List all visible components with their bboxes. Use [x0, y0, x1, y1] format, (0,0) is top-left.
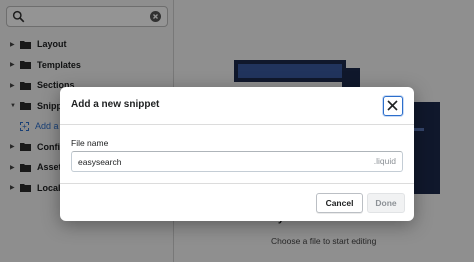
modal-header: Add a new snippet	[60, 87, 414, 125]
modal-title: Add a new snippet	[71, 99, 160, 110]
add-snippet-modal: Add a new snippet File name .liquid Canc…	[60, 87, 414, 221]
file-name-input[interactable]	[78, 155, 358, 168]
close-icon	[387, 100, 398, 111]
modal-footer: Cancel Done	[60, 183, 414, 221]
done-button[interactable]: Done	[367, 193, 405, 213]
cancel-button[interactable]: Cancel	[316, 193, 363, 213]
close-button[interactable]	[383, 96, 403, 116]
file-extension-suffix: .liquid	[373, 156, 396, 166]
file-name-label: File name	[71, 138, 109, 148]
file-name-field[interactable]: .liquid	[71, 151, 403, 172]
